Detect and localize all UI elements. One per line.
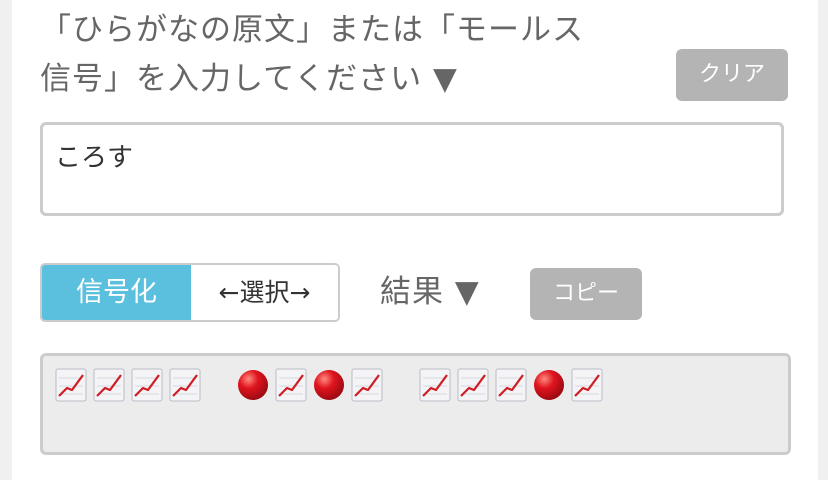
- mode-toggle[interactable]: 信号化 ←選択→: [40, 263, 340, 322]
- morse-output[interactable]: [40, 353, 791, 455]
- morse-dot-icon: [533, 368, 565, 402]
- encode-mode-button[interactable]: 信号化: [42, 265, 191, 320]
- copy-button[interactable]: コピー: [530, 268, 642, 320]
- source-text-input[interactable]: [40, 122, 784, 216]
- morse-dash-icon: [457, 368, 489, 402]
- input-prompt: 「ひらがなの原文」または「モールス 信号」を入力してください ▼: [40, 6, 640, 104]
- input-prompt-line2: 信号」を入力してください ▼: [40, 61, 458, 97]
- input-prompt-line1: 「ひらがなの原文」または「モールス: [40, 12, 584, 48]
- result-label: 結果 ▼: [380, 274, 480, 310]
- morse-dash-icon: [169, 368, 201, 402]
- morse-dash-icon: [275, 368, 307, 402]
- morse-dot-icon: [237, 368, 269, 402]
- morse-dash-icon: [351, 368, 383, 402]
- clear-button[interactable]: クリア: [676, 49, 788, 101]
- morse-dash-icon: [55, 368, 87, 402]
- morse-dash-icon: [495, 368, 527, 402]
- morse-dash-icon: [571, 368, 603, 402]
- morse-dash-icon: [419, 368, 451, 402]
- mode-select-button[interactable]: ←選択→: [191, 265, 338, 320]
- morse-dot-icon: [313, 368, 345, 402]
- morse-dash-icon: [131, 368, 163, 402]
- morse-dash-icon: [93, 368, 125, 402]
